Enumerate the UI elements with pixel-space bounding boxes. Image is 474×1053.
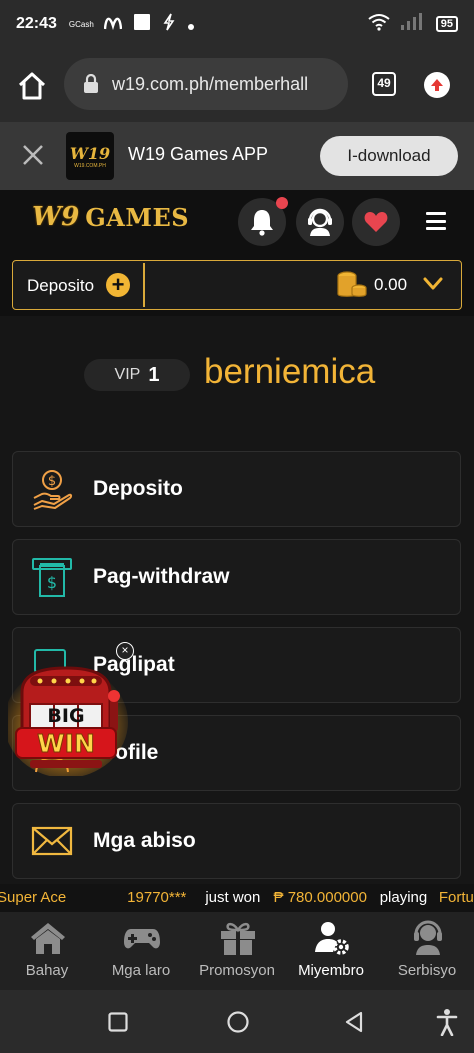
app-download-banner: W19 W19.COM.PH W19 Games APP I-download xyxy=(0,122,474,190)
browser-toolbar: w19.com.ph/memberhall 49 xyxy=(0,48,474,122)
support-button[interactable] xyxy=(296,198,344,246)
nav-games[interactable]: Mga laro xyxy=(94,912,188,990)
app-logo-text: W19 xyxy=(69,143,111,163)
nav-promotions[interactable]: Promosyon xyxy=(190,912,284,990)
ticker-user: 19770*** xyxy=(127,889,187,906)
site-logo[interactable]: W9 GAMES xyxy=(32,202,189,232)
nav-label: Mga laro xyxy=(111,962,171,979)
download-button[interactable]: I-download xyxy=(320,136,458,176)
bolt-notification-icon xyxy=(162,13,176,36)
nav-label: Serbisyo xyxy=(397,962,457,979)
username: berniemica xyxy=(204,352,376,391)
status-time: 22:43 xyxy=(16,15,57,32)
system-nav-bar xyxy=(0,990,474,1053)
update-button[interactable] xyxy=(424,72,450,98)
big-win-close-button[interactable]: × xyxy=(116,642,134,660)
svg-text:$: $ xyxy=(47,573,57,592)
address-bar[interactable]: w19.com.ph/memberhall xyxy=(64,58,348,110)
gcash-notification-icon: GCash xyxy=(68,19,94,29)
ticker-playing: playing xyxy=(379,889,428,906)
notification-badge xyxy=(276,197,288,209)
menu-item-label: Deposito xyxy=(93,477,183,500)
back-icon[interactable] xyxy=(344,1011,364,1033)
deposit-label[interactable]: Deposito xyxy=(27,276,94,296)
menu-item-withdraw[interactable]: $ Pag-withdraw xyxy=(12,539,461,615)
menu-item-notifications[interactable]: Mga abiso xyxy=(12,803,461,879)
vip-badge: VIP 1 xyxy=(84,359,190,391)
divider xyxy=(143,263,145,307)
logo-text: GAMES xyxy=(85,202,190,232)
svg-text:$: $ xyxy=(48,474,56,489)
coins-icon xyxy=(337,271,367,297)
member-icon xyxy=(315,922,349,955)
menu-item-label: Pag-withdraw xyxy=(93,565,230,588)
menu-hamburger-icon[interactable] xyxy=(426,212,446,230)
site-header: W9 GAMES xyxy=(0,190,474,254)
nav-label: Bahay xyxy=(25,962,69,979)
bottom-nav: Bahay Mga laro Promosyon Miyembro Serbis… xyxy=(0,912,474,990)
ticker-just-won: just won xyxy=(205,889,261,906)
nav-member[interactable]: Miyembro xyxy=(284,912,378,990)
heart-icon xyxy=(364,212,388,232)
app-logo-domain: W19.COM.PH xyxy=(74,162,106,169)
app-logo: W19 W19.COM.PH xyxy=(66,132,114,180)
balance-amount: 0.00 xyxy=(374,275,408,294)
dot-notification-icon xyxy=(187,14,194,35)
logo-mark: W9 xyxy=(32,202,80,232)
vip-level: 1 xyxy=(148,363,160,386)
big-win-promo[interactable]: BIG WIN xyxy=(8,652,128,776)
url-text: w19.com.ph/memberhall xyxy=(112,73,309,94)
atm-withdraw-icon: $ xyxy=(32,558,72,597)
big-win-line1: BIG xyxy=(47,705,84,727)
app-notification-icon xyxy=(133,13,150,35)
lock-icon xyxy=(84,74,98,93)
hand-coin-icon: $ xyxy=(33,470,73,510)
battery-icon: 95 xyxy=(435,16,458,32)
upload-arrow-icon xyxy=(431,79,443,91)
vip-label: VIP xyxy=(114,366,141,383)
balance-bar: Deposito + 0.00 xyxy=(0,254,474,316)
envelope-icon xyxy=(31,826,73,856)
bell-icon xyxy=(251,210,273,236)
ticker-game: Super Ace xyxy=(0,889,67,906)
support-icon xyxy=(414,920,442,955)
ticker-game-right: Fortun xyxy=(438,889,474,906)
wifi-icon xyxy=(368,13,390,36)
headset-agent-icon xyxy=(308,208,332,236)
nav-label: Miyembro xyxy=(298,962,364,979)
menu-item-label: Mga abiso xyxy=(93,829,196,852)
chevron-down-icon[interactable] xyxy=(423,277,443,291)
status-bar: 22:43 GCash 95 xyxy=(0,0,474,48)
mcdonalds-notification-icon xyxy=(103,14,123,35)
signal-icon xyxy=(400,12,426,36)
nav-service[interactable]: Serbisyo xyxy=(380,912,474,990)
tab-switcher-button[interactable]: 49 xyxy=(372,72,396,96)
big-win-line2: WIN xyxy=(37,729,95,758)
deposit-plus-button[interactable]: + xyxy=(106,273,130,297)
accessibility-icon[interactable] xyxy=(436,1008,458,1036)
gift-icon xyxy=(221,922,255,955)
nav-home[interactable]: Bahay xyxy=(0,912,94,990)
ticker-amount: ₱ 780.000000 xyxy=(273,889,367,906)
home-icon xyxy=(31,923,65,954)
favorites-button[interactable] xyxy=(352,198,400,246)
nav-label: Promosyon xyxy=(199,962,275,979)
recents-icon[interactable] xyxy=(108,1012,128,1032)
home-circle-icon[interactable] xyxy=(226,1010,250,1034)
app-name: W19 Games APP xyxy=(128,144,269,164)
close-icon[interactable] xyxy=(20,142,46,168)
home-icon[interactable] xyxy=(14,68,50,104)
gamepad-icon xyxy=(124,929,160,949)
balance-box: Deposito + 0.00 xyxy=(12,260,462,310)
winner-ticker: Super Ace 19770*** just won ₱ 780.000000… xyxy=(0,884,474,912)
menu-item-deposit[interactable]: $ Deposito xyxy=(12,451,461,527)
